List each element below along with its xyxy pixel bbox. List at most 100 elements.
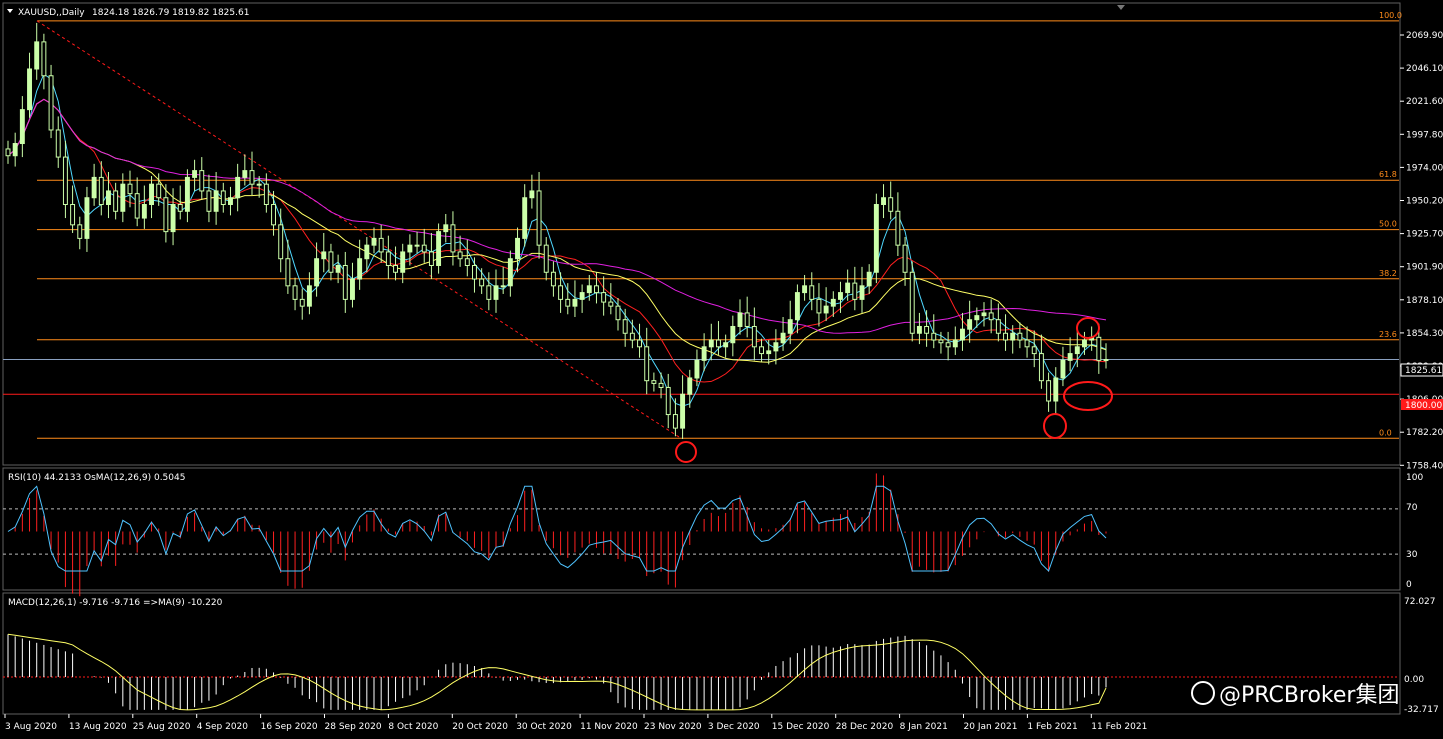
candle-body [730,325,736,344]
candle-body [881,197,886,206]
candle-body [787,319,793,334]
candle-body [443,224,449,233]
price-tick-label-0: 2069.90 [1406,31,1443,41]
fib-label-0: 100.0 [1379,11,1402,20]
candle-body [766,350,772,355]
candle-body [1031,346,1037,355]
candle-body [256,183,262,186]
candle-body [995,319,1001,334]
candle-body [1053,377,1059,402]
candle-body [285,258,291,287]
candle-body [48,75,54,131]
candle-body [723,342,729,348]
macd-panel-frame [2,592,1401,715]
candle-body [184,176,190,212]
candle-body [701,346,707,361]
candle-body [263,183,269,206]
fib-label-1: 61.8 [1379,170,1397,179]
candle-body [206,190,212,212]
candle-body [1082,339,1087,348]
candle-body [924,325,930,334]
date-label-11: 3 Dec 2020 [708,722,760,732]
price-panel: 100.0 61.8 50.0 38.2 23.6 0.0 [3,11,1402,463]
candle-body [615,305,621,321]
macd-tick-max: 72.027 [1404,597,1436,607]
candle-body [594,285,599,294]
date-label-15: 20 Jan 2021 [964,722,1018,732]
price-tick-label-12: 1782.20 [1406,428,1443,438]
candle-body [794,292,800,321]
candle-body [314,258,320,287]
candle-body [845,282,851,294]
candle-body [450,224,456,253]
candle-body [816,298,822,314]
candle-body [62,156,68,206]
candle-body [629,332,635,341]
candle-body [823,305,829,314]
candle-body [228,197,233,206]
candle-body [385,251,391,266]
candle-body [716,339,721,348]
price-tick-label-6: 1925.70 [1406,230,1443,240]
trading-chart[interactable]: 100.061.850.038.223.60.0 2069.902046.102… [0,0,1443,739]
candle-body [156,183,162,199]
date-label-5: 28 Sep 2020 [325,722,382,732]
candle-body [873,204,879,273]
rsi-tick-0: 0 [1406,580,1412,590]
candle-body [163,197,169,233]
fib-label-4: 23.6 [1379,330,1397,339]
candle-body [1010,332,1016,341]
date-label-7: 20 Oct 2020 [452,722,508,732]
date-label-10: 23 Nov 2020 [644,722,702,732]
collapse-icon[interactable] [1117,5,1125,10]
candle-body [242,170,248,178]
candle-body [952,339,958,348]
date-label-13: 28 Dec 2020 [836,722,894,732]
candle-body [170,204,176,233]
candle-body [644,346,650,382]
candle-body [1024,339,1030,348]
candle-body [113,190,119,212]
candle-body [543,244,549,273]
rsi-tick-100: 100 [1406,473,1423,483]
candle-body [271,204,276,226]
candle-body [249,170,255,185]
candle-body [428,251,434,266]
candle-body [852,282,858,300]
candle-body [27,68,32,111]
candle-body [550,271,556,287]
candle-body [773,342,779,352]
candle-body [672,414,678,429]
candle-body [694,359,700,379]
candle-body [507,258,513,287]
candle-body [809,285,815,300]
candle-body [988,312,994,321]
candle-body [1067,353,1073,361]
candle-body [859,285,865,300]
candle-body [414,244,420,247]
ohlc-readout: 1824.18 1826.79 1819.82 1825.61 [92,8,249,18]
candle-body [974,315,980,321]
candle-body [579,292,585,300]
price-tick-label-3: 1997.80 [1406,130,1443,140]
candle-body [371,237,377,246]
price-tick-label-9: 1854.30 [1406,329,1443,339]
candle-body [608,301,614,307]
candle-body [960,328,965,341]
candle-body [981,312,987,317]
fib-label-3: 38.2 [1379,269,1397,278]
candle-body [55,129,61,158]
candle-body [464,258,470,266]
candle-body [909,271,915,334]
candle-body [744,312,750,327]
candle-body [759,346,764,355]
candle-body [134,193,140,219]
candle-body [98,176,104,206]
rsi-tick-70: 70 [1406,503,1418,513]
candle-body [529,190,535,199]
price-tick-label-2: 2021.60 [1406,97,1443,107]
candle-body [120,183,126,212]
chevron-down-icon[interactable] [7,9,13,13]
date-label-16: 1 Feb 2021 [1027,722,1077,732]
price-panel-frame [2,2,1401,466]
